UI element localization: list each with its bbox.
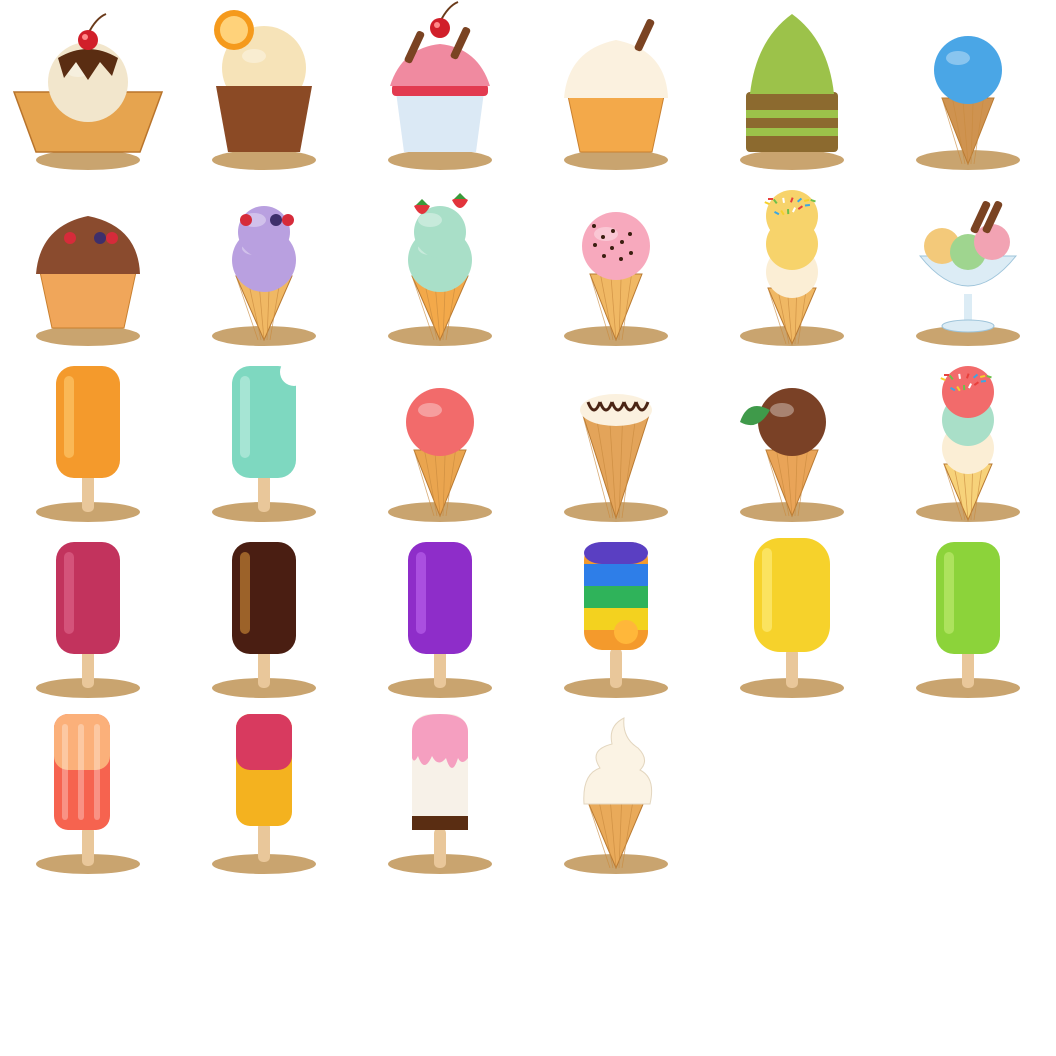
strawberry: [452, 197, 468, 208]
scoop: [238, 206, 290, 258]
stick: [786, 648, 798, 688]
vanilla-waffle-cup: [528, 0, 704, 176]
kiwi-popsicle: [880, 528, 1056, 704]
berry: [106, 232, 118, 244]
mint-bitten-popsicle: [176, 352, 352, 528]
glass-sundae-illustration: [916, 200, 1020, 346]
grape-popsicle-illustration: [388, 542, 492, 698]
strawberry-waffle-cone: [352, 352, 528, 528]
glass-sundae: [880, 176, 1056, 352]
shadow: [36, 326, 140, 346]
scoop: [582, 212, 650, 280]
choco-nut-popsicle-illustration: [212, 542, 316, 698]
rainbow-sprinkle-cone: [880, 352, 1056, 528]
blue-cone-illustration: [916, 36, 1020, 170]
chocolate-mint-cone-illustration: [740, 388, 844, 522]
cup: [396, 92, 484, 152]
purple-cone-illustration: [212, 206, 316, 346]
peach-stripe-popsicle-illustration: [36, 714, 140, 874]
waffle-cup: [567, 95, 665, 153]
waffle-bowl-sundae-illustration: [12, 13, 164, 170]
scoop: [406, 388, 474, 456]
berry-mango-popsicle: [176, 704, 352, 880]
scoop: [758, 388, 826, 456]
stick: [258, 822, 270, 862]
peach-stripe-popsicle: [0, 704, 176, 880]
scoop: [750, 14, 834, 94]
stick: [82, 826, 94, 866]
purple-cone: [176, 176, 352, 352]
berry-popsicle-illustration: [36, 542, 140, 698]
shadow: [212, 150, 316, 170]
scoop: [564, 40, 668, 98]
strawberry-cup-sundae-illustration: [388, 1, 492, 170]
ice-cream-sheet: [0, 0, 1056, 1056]
stick: [610, 648, 622, 688]
berry: [270, 214, 282, 226]
waffle-cup: [39, 271, 137, 329]
berry: [240, 214, 252, 226]
choco-nut-popsicle: [176, 528, 352, 704]
berry: [64, 232, 76, 244]
tulip-cup-vanilla: [176, 0, 352, 176]
strawberry-cup-sundae: [352, 0, 528, 176]
cherry: [430, 18, 450, 38]
cone: [581, 411, 651, 520]
tulip-cup-vanilla-illustration: [212, 10, 316, 170]
orange-popsicle: [0, 352, 176, 528]
tub: [746, 92, 838, 152]
soft-serve-cone: [528, 704, 704, 880]
shadow: [388, 150, 492, 170]
vanilla-waffle-cup-illustration: [564, 18, 668, 170]
berry-popsicle: [0, 528, 176, 704]
chocolate-swirl-cone: [528, 352, 704, 528]
lemon-popsicle-illustration: [740, 538, 844, 698]
chocolate-berry-cup-illustration: [36, 216, 140, 346]
chocolate-swirl-cone-illustration: [564, 394, 668, 522]
tulip-cup: [216, 86, 312, 152]
rainbow-popsicle-illustration: [564, 542, 668, 698]
pink-chip-cone: [528, 176, 704, 352]
matcha-tub-illustration: [740, 14, 844, 170]
matcha-tub: [704, 0, 880, 176]
shadow: [36, 150, 140, 170]
scoop: [390, 44, 490, 86]
cherry: [78, 30, 98, 50]
shadow: [740, 150, 844, 170]
pink-dipped-popsicle-illustration: [388, 714, 492, 874]
strawberry-waffle-cone-illustration: [388, 388, 492, 522]
stick: [434, 828, 446, 868]
soft-serve-cone-illustration: [564, 717, 668, 874]
orange-popsicle-illustration: [36, 366, 140, 522]
chocolate-berry-cup: [0, 176, 176, 352]
mint-bitten-popsicle-illustration: [212, 358, 316, 522]
waffle-bowl-sundae: [0, 0, 176, 176]
scoop: [36, 216, 140, 274]
triple-yellow-cone-illustration: [740, 190, 844, 346]
berry: [94, 232, 106, 244]
rainbow-popsicle: [528, 528, 704, 704]
blue-cone: [880, 0, 1056, 176]
kiwi-popsicle-illustration: [916, 542, 1020, 698]
pink-chip-cone-illustration: [564, 212, 668, 346]
lemon-popsicle: [704, 528, 880, 704]
wafer-stick: [634, 18, 655, 52]
pink-dipped-popsicle: [352, 704, 528, 880]
chocolate-mint-cone: [704, 352, 880, 528]
rainbow-sprinkle-cone-illustration: [916, 366, 1020, 522]
shadow: [564, 150, 668, 170]
triple-yellow-cone: [704, 176, 880, 352]
berry-mango-popsicle-illustration: [212, 714, 316, 874]
mint-strawberry-cone: [352, 176, 528, 352]
grape-popsicle: [352, 528, 528, 704]
scoop: [934, 36, 1002, 104]
soft-serve: [583, 717, 653, 805]
berry: [282, 214, 294, 226]
mint-strawberry-cone-illustration: [388, 193, 492, 346]
